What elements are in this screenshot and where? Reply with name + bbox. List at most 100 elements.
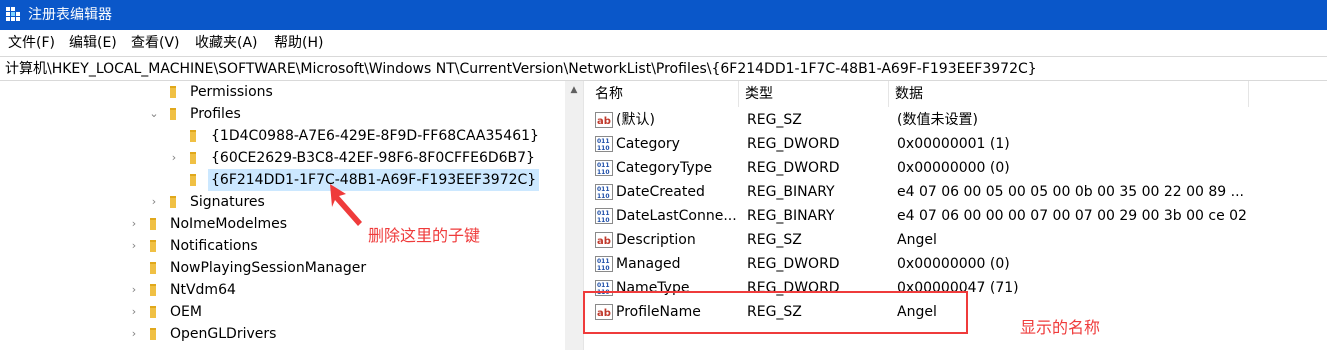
menu-help[interactable]: 帮助(H) xyxy=(274,33,323,53)
value-name: CategoryType xyxy=(616,160,713,176)
chevron-right-icon[interactable]: › xyxy=(168,147,180,169)
chevron-right-icon[interactable]: › xyxy=(128,279,140,301)
svg-text:011: 011 xyxy=(597,258,610,265)
tree-item-label: {60CE2629-B3C8-42EF-98F6-8F0CFFE6D6B7} xyxy=(211,150,535,166)
string-value-icon: ab xyxy=(595,232,613,248)
svg-text:011: 011 xyxy=(597,162,610,169)
binary-value-icon: 011110 xyxy=(595,208,613,224)
title-bar: 注册表编辑器 xyxy=(0,0,1327,30)
folder-icon xyxy=(150,328,156,340)
svg-text:110: 110 xyxy=(597,169,610,176)
value-name: DateLastConne... xyxy=(616,208,737,224)
tree-item-label: NoImeModelmes xyxy=(170,216,287,232)
column-header-type[interactable]: 类型 xyxy=(739,81,889,107)
value-row[interactable]: ab (默认) REG_SZ (数值未设置) xyxy=(589,108,1327,132)
folder-icon xyxy=(150,306,156,318)
value-data: 0x00000000 (0) xyxy=(897,160,1010,176)
value-data: e4 07 06 00 00 00 07 00 07 00 29 00 3b 0… xyxy=(897,208,1247,224)
value-type: REG_DWORD xyxy=(747,136,840,152)
value-type: REG_DWORD xyxy=(747,160,840,176)
menu-file[interactable]: 文件(F) xyxy=(8,33,55,53)
menu-view[interactable]: 查看(V) xyxy=(131,33,180,53)
tree-item-label: Permissions xyxy=(190,84,273,100)
folder-icon xyxy=(170,86,176,98)
binary-value-icon: 011110 xyxy=(595,136,613,152)
expander[interactable] xyxy=(168,125,180,147)
value-data: 0x00000000 (0) xyxy=(897,256,1010,272)
svg-text:110: 110 xyxy=(597,217,610,224)
menu-favorites[interactable]: 收藏夹(A) xyxy=(195,33,258,53)
scroll-up-arrow-icon[interactable]: ▲ xyxy=(565,81,583,99)
value-row[interactable]: 011 110 DateCreated REG_BINARY e4 07 06 0… xyxy=(589,180,1327,204)
value-type: REG_SZ xyxy=(747,112,802,128)
address-path[interactable]: 计算机\HKEY_LOCAL_MACHINE\SOFTWARE\Microsof… xyxy=(5,59,1037,79)
chevron-right-icon[interactable]: › xyxy=(148,191,160,213)
tree-item-label: OEM xyxy=(170,304,202,320)
binary-value-icon: 011110 xyxy=(595,256,613,272)
menu-bar: 文件(F) 编辑(E) 查看(V) 收藏夹(A) 帮助(H) xyxy=(0,30,1327,55)
value-type: REG_BINARY xyxy=(747,208,835,224)
chevron-down-icon[interactable]: ⌄ xyxy=(148,103,160,125)
column-header-name[interactable]: 名称 xyxy=(589,81,739,107)
regedit-icon xyxy=(6,7,20,21)
chevron-right-icon[interactable]: › xyxy=(128,301,140,323)
folder-open-icon xyxy=(190,174,196,186)
tree-item-label: Profiles xyxy=(190,106,241,122)
address-bar[interactable]: 计算机\HKEY_LOCAL_MACHINE\SOFTWARE\Microsof… xyxy=(0,56,1327,81)
chevron-right-icon[interactable]: › xyxy=(128,213,140,235)
tree-scrollbar[interactable]: ▲ xyxy=(565,81,583,350)
svg-text:110: 110 xyxy=(597,193,610,200)
folder-icon xyxy=(190,130,196,142)
chevron-right-icon[interactable]: › xyxy=(128,235,140,257)
value-type: REG_SZ xyxy=(747,232,802,248)
folder-icon xyxy=(150,240,156,252)
value-name: Managed xyxy=(616,256,681,272)
value-type: REG_DWORD xyxy=(747,256,840,272)
value-name: DateCreated xyxy=(616,184,705,200)
menu-edit[interactable]: 编辑(E) xyxy=(69,33,117,53)
chevron-right-icon[interactable]: › xyxy=(128,323,140,345)
svg-text:ab: ab xyxy=(597,116,611,127)
value-data: e4 07 06 00 05 00 05 00 0b 00 35 00 22 0… xyxy=(897,184,1245,200)
expander[interactable] xyxy=(128,257,140,279)
expander[interactable] xyxy=(148,81,160,103)
value-type: REG_BINARY xyxy=(747,184,835,200)
key-tree: Permissions ⌄ Profiles {1D4C0988-A7E6-42… xyxy=(0,81,565,350)
value-row[interactable]: 011 110 Category REG_DWORD 0x00000001 (1) xyxy=(589,132,1327,156)
tree-item-label: {1D4C0988-A7E6-429E-8F9D-FF68CAA35461} xyxy=(211,128,539,144)
value-list-header: 名称 类型 数据 xyxy=(589,81,1327,107)
value-row[interactable]: ab Description REG_SZ Angel xyxy=(589,228,1327,252)
value-row[interactable]: 011 110 Managed REG_DWORD 0x00000000 (0) xyxy=(589,252,1327,276)
folder-icon xyxy=(170,196,176,208)
folder-icon xyxy=(190,152,196,164)
value-row[interactable]: 011 110 DateLastConne... REG_BINARY e4 07… xyxy=(589,204,1327,228)
display-name-note: 显示的名称 xyxy=(1020,318,1101,337)
tree-item-label: OpenGLDrivers xyxy=(170,326,277,342)
expander[interactable] xyxy=(168,169,180,191)
value-data: Angel xyxy=(897,232,937,248)
folder-icon xyxy=(150,262,156,274)
svg-text:ab: ab xyxy=(597,236,611,247)
highlight-box xyxy=(583,291,968,334)
value-data: (数值未设置) xyxy=(897,112,978,128)
folder-icon xyxy=(170,108,176,120)
svg-text:110: 110 xyxy=(597,265,610,272)
tree-item-label: Notifications xyxy=(170,238,258,254)
value-name: (默认) xyxy=(616,112,655,128)
svg-text:110: 110 xyxy=(597,145,610,152)
column-header-data[interactable]: 数据 xyxy=(889,81,1249,107)
value-name: Description xyxy=(616,232,696,248)
delete-subkey-note: 删除这里的子键 xyxy=(368,226,481,245)
folder-icon xyxy=(150,284,156,296)
value-data: 0x00000001 (1) xyxy=(897,136,1010,152)
svg-text:011: 011 xyxy=(597,282,610,289)
tree-item-label: NowPlayingSessionManager xyxy=(170,260,367,276)
value-row[interactable]: 011 110 CategoryType REG_DWORD 0x00000000… xyxy=(589,156,1327,180)
svg-text:011: 011 xyxy=(597,138,610,145)
svg-text:011: 011 xyxy=(597,210,610,217)
svg-text:011: 011 xyxy=(597,186,610,193)
binary-value-icon: 011110 xyxy=(595,160,613,176)
window-title: 注册表编辑器 xyxy=(28,7,112,23)
tree-item-label: NtVdm64 xyxy=(170,282,236,298)
value-name: Category xyxy=(616,136,680,152)
